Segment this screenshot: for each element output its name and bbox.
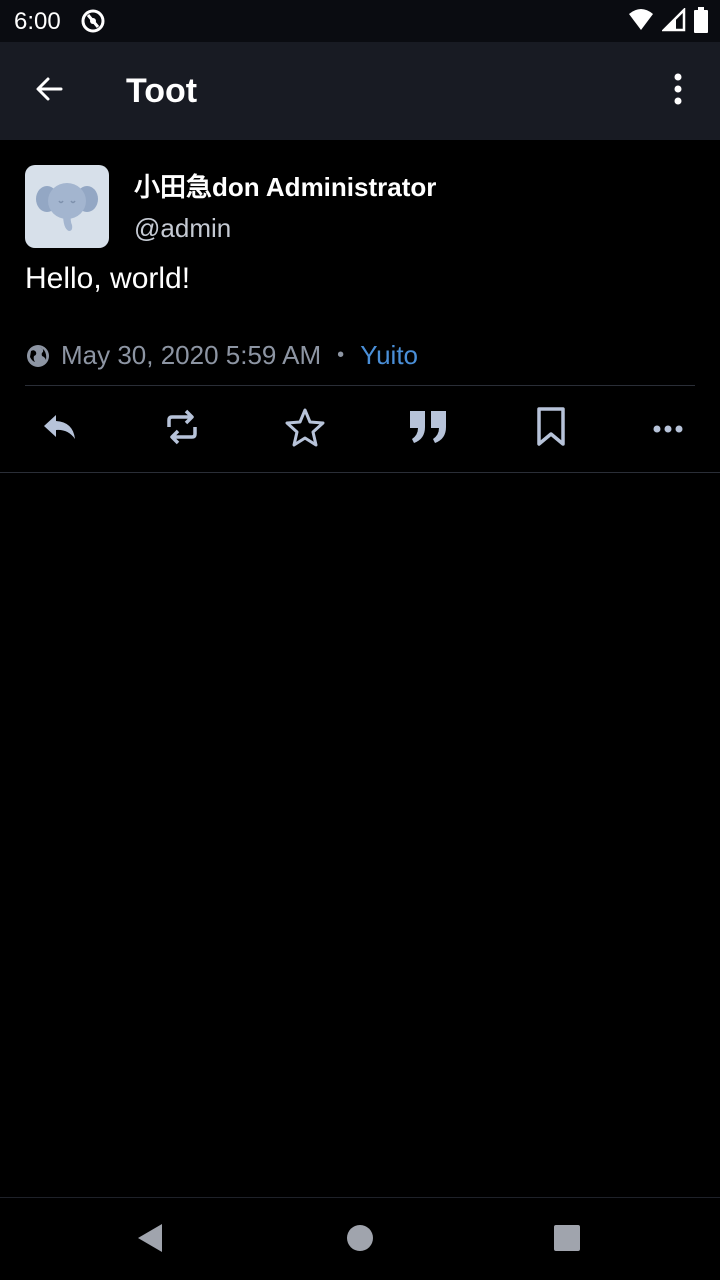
- elephant-avatar-icon: [36, 183, 98, 231]
- back-button[interactable]: [24, 66, 74, 116]
- battery-icon: [694, 7, 708, 38]
- system-recents-button[interactable]: [545, 1218, 589, 1262]
- system-back-button[interactable]: [128, 1218, 172, 1262]
- toot-detail: 小田急don Administrator @admin Hello, world…: [0, 140, 720, 473]
- more-horiz-icon: [653, 420, 683, 438]
- quote-button[interactable]: [403, 406, 453, 452]
- status-bar: 6:00: [0, 0, 720, 42]
- app-notification-icon: [80, 8, 106, 34]
- system-home-button[interactable]: [338, 1218, 382, 1262]
- application-link[interactable]: Yuito: [360, 340, 418, 371]
- boost-icon: [163, 408, 201, 451]
- quote-icon: [408, 409, 448, 450]
- globe-icon: [25, 343, 51, 369]
- app-bar: Toot: [0, 42, 720, 140]
- cellular-signal-icon: [660, 6, 686, 37]
- favourite-button[interactable]: [280, 406, 330, 452]
- timestamp[interactable]: May 30, 2020 5:59 AM: [61, 340, 321, 371]
- account-handle[interactable]: @admin: [134, 213, 231, 244]
- avatar[interactable]: [25, 165, 109, 248]
- boost-button[interactable]: [157, 406, 207, 452]
- reply-button[interactable]: [35, 406, 85, 452]
- page-title: Toot: [126, 72, 198, 110]
- toot-content: Hello, world!: [25, 262, 191, 295]
- home-circle-icon: [346, 1224, 374, 1257]
- toot-actions: [0, 386, 720, 472]
- display-name[interactable]: 小田急don Administrator: [134, 167, 436, 204]
- back-triangle-icon: [136, 1223, 164, 1258]
- arrow-left-icon: [33, 73, 65, 110]
- status-indicators: [628, 6, 708, 38]
- system-nav-bar: [0, 1197, 720, 1280]
- reply-icon: [42, 411, 78, 448]
- status-time: 6:00: [14, 8, 61, 35]
- wifi-icon: [628, 8, 654, 37]
- meta-separator: •: [337, 344, 345, 366]
- overflow-menu-button[interactable]: [656, 66, 700, 116]
- more-vert-icon: [673, 73, 683, 110]
- bookmark-button[interactable]: [526, 406, 576, 452]
- more-actions-button[interactable]: [643, 406, 693, 452]
- recents-square-icon: [553, 1224, 581, 1257]
- toot-meta: May 30, 2020 5:59 AM • Yuito: [25, 340, 418, 371]
- favourite-icon: [285, 407, 325, 452]
- bookmark-icon: [535, 406, 567, 452]
